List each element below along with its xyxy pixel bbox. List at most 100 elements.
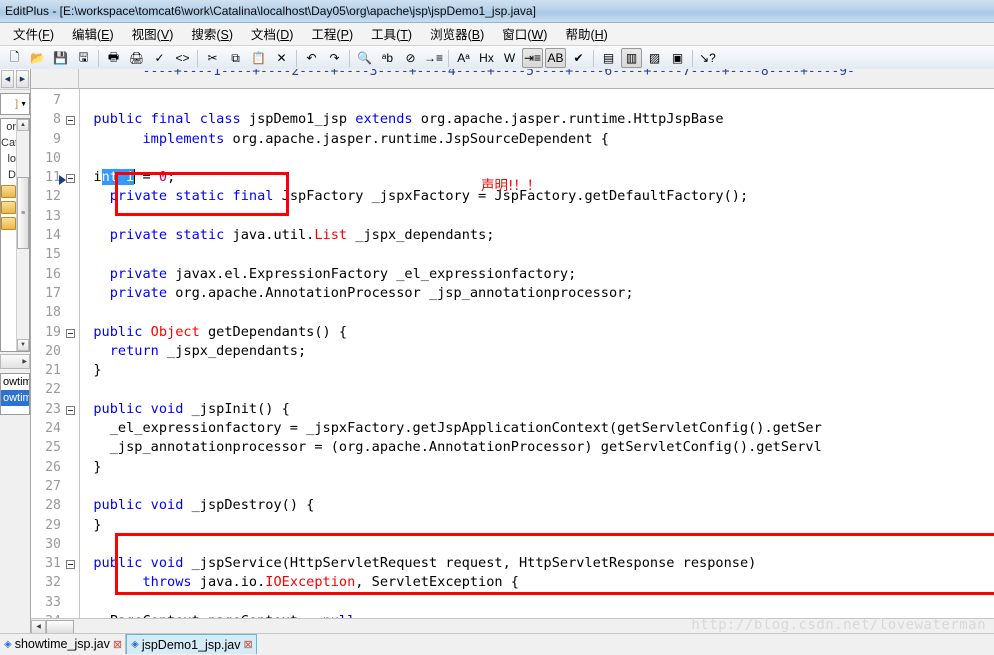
- open-file-list[interactable]: owtim owtim: [0, 373, 30, 415]
- chevron-down-icon[interactable]: ▼: [20, 101, 29, 108]
- code-line-text[interactable]: public void _jspService(HttpServletReque…: [77, 554, 994, 573]
- code-line-text[interactable]: private org.apache.AnnotationProcessor _…: [77, 284, 994, 303]
- scroll-up-icon[interactable]: ▲: [17, 119, 29, 131]
- code-line-text[interactable]: }: [77, 458, 994, 477]
- save-icon[interactable]: 💾: [50, 48, 71, 68]
- code-line[interactable]: 14 private static java.util.List _jspx_d…: [31, 226, 994, 245]
- code-line-text[interactable]: }: [77, 361, 994, 380]
- paste-icon[interactable]: 📋: [248, 48, 269, 68]
- context-help-icon[interactable]: ↘?: [697, 48, 718, 68]
- menu-view[interactable]: 视图(V): [123, 22, 183, 46]
- code-line-text[interactable]: public void _jspInit() {: [77, 400, 994, 419]
- code-line[interactable]: 28 public void _jspDestroy() {: [31, 496, 994, 515]
- code-line[interactable]: 13: [31, 207, 994, 226]
- code-line[interactable]: 9 implements org.apache.jasper.runtime.J…: [31, 130, 994, 149]
- code-editor[interactable]: 7 8 public final class jspDemo1_jsp exten…: [31, 89, 994, 618]
- line-numbers-icon[interactable]: AB: [545, 48, 566, 68]
- code-line[interactable]: 33: [31, 593, 994, 612]
- fold-toggle-icon[interactable]: [63, 168, 77, 187]
- list-item[interactable]: owtim: [1, 374, 29, 390]
- code-line[interactable]: 32 throws java.io.IOException, ServletEx…: [31, 573, 994, 592]
- code-line[interactable]: 27: [31, 477, 994, 496]
- cliptext-panel-icon[interactable]: ▨: [644, 48, 665, 68]
- code-lines[interactable]: 7 8 public final class jspDemo1_jsp exten…: [31, 91, 994, 618]
- code-line-text[interactable]: public Object getDependants() {: [77, 323, 994, 342]
- scrollbar-thumb[interactable]: [46, 619, 74, 634]
- document-list-icon[interactable]: ▤: [598, 48, 619, 68]
- code-line[interactable]: 24 _el_expressionfactory = _jspxFactory.…: [31, 419, 994, 438]
- directory-tree-vertical-scrollbar[interactable]: ▲ ≡ ▼: [16, 119, 29, 351]
- directory-panel[interactable]: ◀ ▶ ] ▼ or Cat lo D ▲ ≡ ▼ ▶ owtim owtim: [0, 69, 31, 634]
- menu-tools[interactable]: 工具(T): [362, 22, 421, 46]
- code-line-text[interactable]: }: [77, 516, 994, 535]
- code-line[interactable]: 20 return _jspx_dependants;: [31, 342, 994, 361]
- print-preview-icon[interactable]: 🖶: [103, 48, 124, 68]
- forward-arrow-icon[interactable]: ▶: [16, 70, 29, 88]
- directory-tree[interactable]: or Cat lo D ▲ ≡ ▼: [0, 118, 30, 352]
- change-case-icon[interactable]: Aᵃ: [453, 48, 474, 68]
- scroll-left-icon[interactable]: ◀: [31, 619, 46, 634]
- code-line-text[interactable]: implements org.apache.jasper.runtime.Jsp…: [77, 130, 994, 149]
- scroll-right-icon[interactable]: ▶: [22, 358, 27, 365]
- fold-toggle-icon[interactable]: [63, 400, 77, 419]
- fold-toggle-icon[interactable]: [63, 110, 77, 129]
- code-line[interactable]: 22: [31, 380, 994, 399]
- fold-toggle-icon[interactable]: [63, 323, 77, 342]
- directory-tree-horizontal-scrollbar[interactable]: ▶: [0, 354, 30, 369]
- scroll-down-icon[interactable]: ▼: [17, 339, 29, 351]
- redo-icon[interactable]: ↷: [324, 48, 345, 68]
- code-line[interactable]: 7: [31, 91, 994, 110]
- back-arrow-icon[interactable]: ◀: [1, 70, 14, 88]
- cut-icon[interactable]: ✂: [202, 48, 223, 68]
- document-tab[interactable]: ◈ jspDemo1_jsp.jav ⊠: [126, 634, 257, 654]
- view-source-icon[interactable]: <>: [172, 48, 193, 68]
- output-window-icon[interactable]: ▣: [667, 48, 688, 68]
- code-line[interactable]: 21 }: [31, 361, 994, 380]
- code-line-text[interactable]: private static java.util.List _jspx_depe…: [77, 226, 994, 245]
- new-file-icon[interactable]: 🗋: [4, 48, 25, 68]
- code-line-text[interactable]: _el_expressionfactory = _jspxFactory.get…: [77, 419, 994, 438]
- code-line[interactable]: 16 private javax.el.ExpressionFactory _e…: [31, 265, 994, 284]
- menu-help[interactable]: 帮助(H): [556, 22, 616, 46]
- spell-check-icon[interactable]: ✓: [149, 48, 170, 68]
- menu-edit[interactable]: 编辑(E): [63, 22, 123, 46]
- code-line-text[interactable]: _jsp_annotationprocessor = (org.apache.A…: [77, 438, 994, 457]
- menu-document[interactable]: 文档(D): [242, 22, 302, 46]
- document-tab[interactable]: ◈ showtime_jsp.jav ⊠: [0, 634, 127, 654]
- code-line[interactable]: 10: [31, 149, 994, 168]
- directory-panel-icon[interactable]: ▥: [621, 48, 642, 68]
- find-in-files-icon[interactable]: ⊘: [400, 48, 421, 68]
- code-line[interactable]: 8 public final class jspDemo1_jsp extend…: [31, 110, 994, 129]
- code-line[interactable]: 31 public void _jspService(HttpServletRe…: [31, 554, 994, 573]
- save-all-icon[interactable]: 🖫: [73, 48, 94, 68]
- word-wrap-icon[interactable]: W: [499, 48, 520, 68]
- fold-toggle-icon[interactable]: [63, 554, 77, 573]
- code-line[interactable]: 17 private org.apache.AnnotationProcesso…: [31, 284, 994, 303]
- menu-window[interactable]: 窗口(W): [493, 22, 556, 46]
- open-folder-icon[interactable]: 📂: [27, 48, 48, 68]
- indent-icon[interactable]: ⇥≡: [522, 48, 543, 68]
- list-item[interactable]: owtim: [1, 390, 29, 406]
- close-tab-icon[interactable]: ⊠: [243, 638, 252, 651]
- find-icon[interactable]: 🔍: [354, 48, 375, 68]
- code-line[interactable]: 25 _jsp_annotationprocessor = (org.apach…: [31, 438, 994, 457]
- copy-icon[interactable]: ⧉: [225, 48, 246, 68]
- replace-icon[interactable]: ᵃb: [377, 48, 398, 68]
- hex-view-icon[interactable]: Hx: [476, 48, 497, 68]
- document-tab-bar[interactable]: ◈ showtime_jsp.jav ⊠ ◈ jspDemo1_jsp.jav ⊠: [0, 633, 994, 655]
- code-line[interactable]: 29 }: [31, 516, 994, 535]
- code-line[interactable]: 18: [31, 303, 994, 322]
- menu-browser[interactable]: 浏览器(B): [421, 22, 493, 46]
- code-line-text[interactable]: public final class jspDemo1_jsp extends …: [77, 110, 994, 129]
- code-line[interactable]: 30: [31, 535, 994, 554]
- scrollbar-thumb[interactable]: ≡: [17, 177, 29, 249]
- code-line[interactable]: 26 }: [31, 458, 994, 477]
- code-line[interactable]: 23 public void _jspInit() {: [31, 400, 994, 419]
- code-line[interactable]: 19 public Object getDependants() {: [31, 323, 994, 342]
- code-line-text[interactable]: return _jspx_dependants;: [77, 342, 994, 361]
- close-tab-icon[interactable]: ⊠: [113, 638, 122, 651]
- menu-search[interactable]: 搜索(S): [182, 22, 242, 46]
- drive-select[interactable]: ] ▼: [0, 93, 30, 115]
- check-mark-icon[interactable]: ✔: [568, 48, 589, 68]
- print-icon[interactable]: 🖨: [126, 48, 147, 68]
